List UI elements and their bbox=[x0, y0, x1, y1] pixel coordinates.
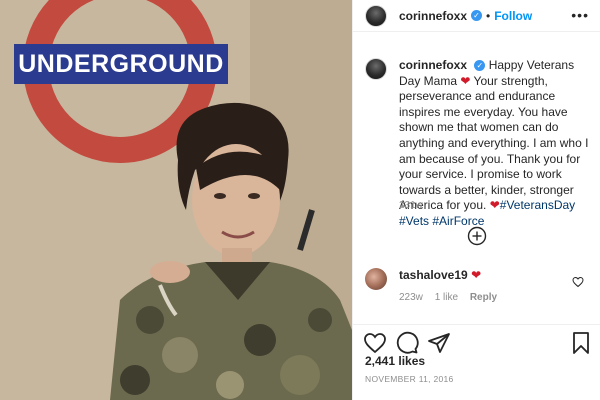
likes-count[interactable]: 2,441 likes bbox=[365, 354, 425, 368]
comment-likes[interactable]: 1 like bbox=[435, 292, 458, 303]
more-options-icon[interactable]: ••• bbox=[571, 8, 589, 22]
add-circle-icon[interactable] bbox=[467, 226, 487, 246]
comment-time[interactable]: 223w bbox=[399, 292, 423, 303]
heart-emoji-icon: ❤ bbox=[489, 198, 500, 213]
comment-item: tashalove19 ❤ 223w 1 like Reply bbox=[365, 268, 593, 303]
underground-sign: UNDERGROUND bbox=[14, 44, 228, 84]
instagram-post: UNDERGROUND corinnefoxx ✓ • Follow ••• c… bbox=[0, 0, 600, 400]
caption-text: corinnefoxx ✓ Happy Veterans Day Mama ❤ … bbox=[399, 58, 595, 230]
comment-meta: 223w 1 like Reply bbox=[399, 292, 506, 303]
commenter-avatar[interactable] bbox=[365, 268, 387, 290]
header-separator: • bbox=[486, 8, 491, 23]
caption-username[interactable]: corinnefoxx bbox=[399, 58, 467, 72]
caption-body-2: Your strength, perseverance and enduranc… bbox=[399, 73, 589, 213]
author-username[interactable]: corinnefoxx bbox=[399, 9, 467, 23]
follow-button[interactable]: Follow bbox=[494, 9, 532, 23]
heart-emoji-icon: ❤ bbox=[460, 73, 471, 88]
hashtag-veteransday[interactable]: #VeteransDay bbox=[500, 198, 575, 212]
hashtag-vets[interactable]: #Vets bbox=[399, 214, 429, 228]
post-date[interactable]: NOVEMBER 11, 2016 bbox=[365, 374, 454, 384]
caption-avatar[interactable] bbox=[365, 58, 387, 80]
post-header: corinnefoxx ✓ • Follow ••• bbox=[353, 0, 600, 32]
share-icon[interactable] bbox=[427, 331, 451, 355]
comment-body: tashalove19 ❤ 223w 1 like Reply bbox=[399, 268, 506, 303]
commenter-username[interactable]: tashalove19 bbox=[399, 268, 468, 282]
comment-heart-icon[interactable] bbox=[572, 276, 584, 288]
reply-button[interactable]: Reply bbox=[470, 292, 497, 303]
post-side-panel: corinnefoxx ✓ • Follow ••• corinnefoxx ✓… bbox=[352, 0, 600, 400]
caption-time[interactable]: 231w bbox=[399, 200, 423, 211]
verified-badge-icon: ✓ bbox=[471, 10, 483, 21]
bookmark-icon[interactable] bbox=[569, 331, 593, 355]
heart-outline-icon[interactable] bbox=[363, 331, 387, 355]
verified-badge-icon: ✓ bbox=[474, 60, 486, 72]
post-photo[interactable]: UNDERGROUND bbox=[0, 0, 352, 400]
comment-icon[interactable] bbox=[395, 331, 419, 355]
heart-emoji-icon: ❤ bbox=[471, 268, 482, 282]
author-avatar[interactable] bbox=[365, 4, 387, 27]
